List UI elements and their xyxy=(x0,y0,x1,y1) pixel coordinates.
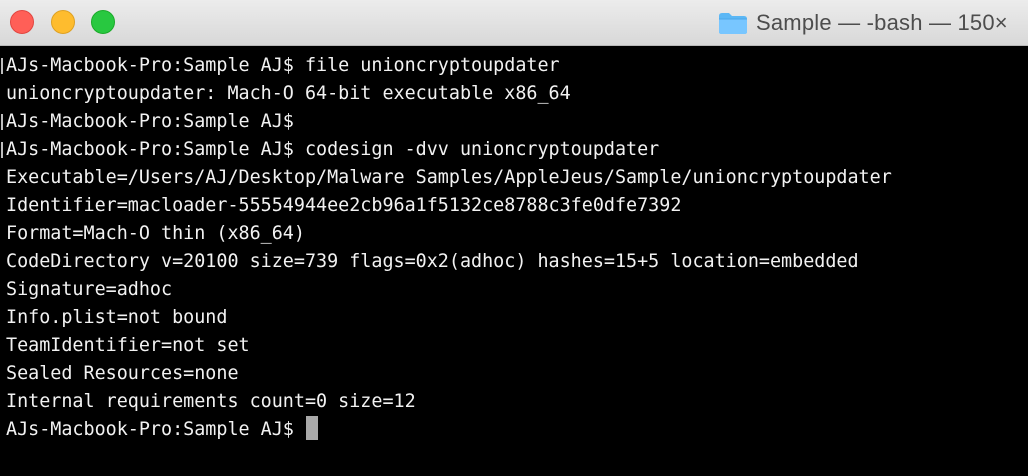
window-title: Sample — -bash — 150× xyxy=(756,10,1008,35)
terminal-output[interactable]: AJs-Macbook-Pro:Sample AJ$ file unioncry… xyxy=(0,47,1028,476)
terminal-line: Executable=/Users/AJ/Desktop/Malware Sam… xyxy=(6,167,892,188)
terminal-window: Sample — -bash — 150× AJs-Macbook-Pro:Sa… xyxy=(0,0,1028,476)
terminal-line: AJs-Macbook-Pro:Sample AJ$ xyxy=(0,108,1028,136)
terminal-line: CodeDirectory v=20100 size=739 flags=0x2… xyxy=(6,251,859,272)
terminal-line: AJs-Macbook-Pro:Sample AJ$ file unioncry… xyxy=(0,52,1028,80)
current-prompt-line[interactable]: AJs-Macbook-Pro:Sample AJ$ xyxy=(0,416,1028,444)
terminal-line: AJs-Macbook-Pro:Sample AJ$ codesign -dvv… xyxy=(0,136,1028,164)
title-bar[interactable]: Sample — -bash — 150× xyxy=(0,0,1028,46)
window-title-group: Sample — -bash — 150× xyxy=(718,0,1008,45)
terminal-line: Format=Mach-O thin (x86_64) xyxy=(6,223,305,244)
terminal-line: Internal requirements count=0 size=12 xyxy=(6,391,416,412)
terminal-line: Sealed Resources=none xyxy=(6,363,239,384)
terminal-line: Signature=adhoc xyxy=(6,279,173,300)
terminal-line: Identifier=macloader-55554944ee2cb96a1f5… xyxy=(6,195,682,216)
close-window-button[interactable] xyxy=(10,10,34,34)
zoom-window-button[interactable] xyxy=(91,10,115,34)
minimize-window-button[interactable] xyxy=(51,10,75,34)
terminal-line: TeamIdentifier=not set xyxy=(6,335,250,356)
current-prompt: AJs-Macbook-Pro:Sample AJ$ xyxy=(6,419,305,440)
text-cursor xyxy=(305,416,318,440)
terminal-line: unioncryptoupdater: Mach-O 64-bit execut… xyxy=(6,83,571,104)
folder-icon xyxy=(719,13,747,34)
terminal-line: Info.plist=not bound xyxy=(6,307,228,328)
